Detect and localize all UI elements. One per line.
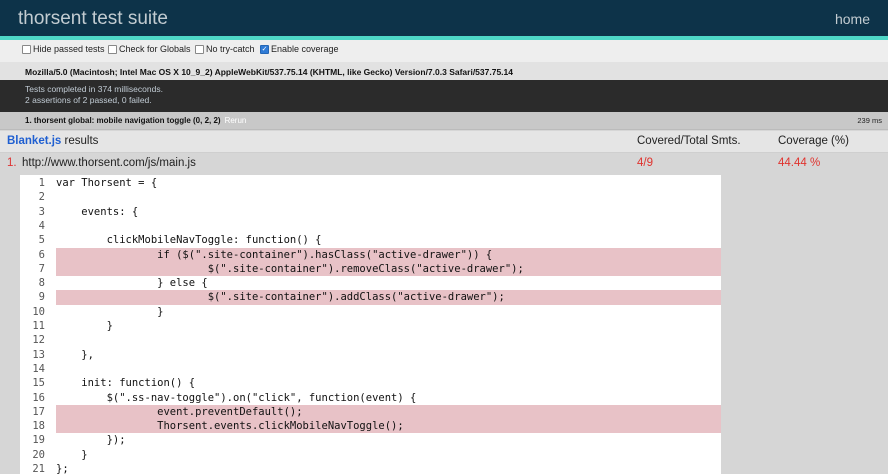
check-globals-checkbox[interactable] (108, 44, 117, 54)
test-result-summary: Tests completed in 374 milliseconds. 2 a… (0, 80, 888, 112)
line-number: 18 (20, 419, 54, 434)
app-header: thorsent test suite home (0, 0, 888, 36)
test-name: 1. thorsent global: mobile navigation to… (25, 116, 247, 125)
page-title: thorsent test suite (18, 8, 168, 29)
line-source (56, 219, 721, 233)
rerun-link[interactable]: Rerun (225, 116, 247, 125)
coverage-percent-header: Coverage (%) (778, 135, 849, 147)
no-try-catch-option[interactable]: No try-catch (195, 44, 255, 54)
code-line: 10 } (20, 304, 721, 319)
code-line: 4 (20, 218, 721, 234)
code-line: 16 $(".ss-nav-toggle").on("click", funct… (20, 390, 721, 405)
code-line: 15 init: function() { (20, 376, 721, 391)
line-source: }; (56, 463, 69, 474)
code-line: 19 }); (20, 433, 721, 448)
test-runtime: 239 ms (857, 116, 882, 125)
file-path[interactable]: http://www.thorsent.com/js/main.js (22, 157, 196, 169)
user-agent: Mozilla/5.0 (Macintosh; Intel Mac OS X 1… (0, 62, 888, 80)
line-number: 16 (20, 390, 54, 405)
file-index: 1. (7, 157, 17, 169)
line-number: 1 (20, 176, 54, 191)
line-number: 21 (20, 462, 54, 474)
line-number: 17 (20, 404, 54, 420)
toolbar: Hide passed tests Check for Globals No t… (0, 40, 888, 62)
code-line: 13 }, (20, 347, 721, 362)
line-source: $(".site-container").addClass("active-dr… (56, 290, 721, 305)
line-number: 11 (20, 319, 54, 334)
line-source: var Thorsent = { (56, 177, 158, 189)
code-line: 1 var Thorsent = { (20, 176, 721, 191)
coverage-file-row[interactable]: 1. http://www.thorsent.com/js/main.js 4/… (0, 154, 888, 174)
line-number: 9 (20, 290, 54, 305)
home-link[interactable]: home (835, 11, 870, 27)
uncovered-code-line: 9 $(".site-container").addClass("active-… (20, 290, 721, 305)
blanket-brand: Blanket.js (7, 135, 62, 147)
uncovered-code-line: 17 event.preventDefault(); (20, 404, 721, 420)
line-number: 4 (20, 218, 54, 234)
no-try-catch-checkbox[interactable] (195, 44, 204, 54)
line-source: Thorsent.events.clickMobileNavToggle(); (56, 419, 721, 434)
line-source: $(".ss-nav-toggle").on("click", function… (56, 391, 417, 404)
test-duration: Tests completed in 374 milliseconds. (25, 84, 163, 94)
uncovered-code-line: 18 Thorsent.events.clickMobileNavToggle(… (20, 419, 721, 434)
source-code-view: 1 var Thorsent = {2 3 events: {4 5 clickMob… (20, 175, 721, 474)
enable-coverage-checkbox[interactable]: ✓ (260, 44, 269, 54)
line-number: 6 (20, 247, 54, 262)
line-source: clickMobileNavToggle: function() { (56, 234, 322, 247)
line-source: }); (56, 434, 126, 447)
coverage-title: Blanket.js results (7, 135, 99, 147)
code-line: 20 } (20, 447, 721, 462)
code-line: 14 (20, 361, 721, 377)
test-item[interactable]: 1. thorsent global: mobile navigation to… (0, 112, 888, 130)
code-line: 3 events: { (20, 204, 721, 219)
line-source: }, (56, 348, 94, 361)
hide-passed-checkbox[interactable] (22, 44, 31, 54)
no-try-catch-label: No try-catch (206, 44, 255, 54)
code-line: 5 clickMobileNavToggle: function() { (20, 233, 721, 248)
line-number: 2 (20, 190, 54, 205)
line-number: 3 (20, 204, 54, 219)
file-statements: 4/9 (637, 157, 653, 169)
check-globals-option[interactable]: Check for Globals (108, 44, 191, 54)
line-source: event.preventDefault(); (56, 404, 721, 420)
line-number: 7 (20, 261, 54, 277)
file-coverage: 44.44 % (778, 157, 821, 169)
code-line: 8 } else { (20, 276, 721, 291)
enable-coverage-option[interactable]: ✓ Enable coverage (260, 44, 339, 54)
code-line: 11 } (20, 319, 721, 334)
line-number: 5 (20, 233, 54, 248)
hide-passed-option[interactable]: Hide passed tests (22, 44, 105, 54)
line-number: 12 (20, 333, 54, 348)
assertion-summary: 2 assertions of 2 passed, 0 failed. (25, 95, 152, 105)
line-number: 8 (20, 276, 54, 291)
line-source (56, 362, 721, 376)
line-number: 20 (20, 447, 54, 462)
covered-statements-header: Covered/Total Smts. (637, 135, 741, 147)
line-source: events: { (56, 205, 139, 218)
hide-passed-label: Hide passed tests (33, 44, 105, 54)
line-source: $(".site-container").removeClass("active… (56, 261, 721, 277)
code-line: 21}; (20, 462, 721, 474)
line-number: 19 (20, 433, 54, 448)
enable-coverage-label: Enable coverage (271, 44, 339, 54)
code-line: 2 (20, 190, 721, 205)
line-number: 13 (20, 347, 54, 362)
line-source: } (56, 320, 113, 332)
coverage-header: Blanket.js results Covered/Total Smts. C… (0, 131, 888, 153)
line-source: if ($(".site-container").hasClass("activ… (56, 247, 721, 262)
line-source: } (56, 448, 88, 461)
line-source: init: function() { (56, 377, 196, 390)
line-source: } (56, 305, 164, 318)
uncovered-code-line: 6 if ($(".site-container").hasClass("act… (20, 247, 721, 262)
line-number: 14 (20, 361, 54, 377)
check-globals-label: Check for Globals (119, 44, 191, 54)
line-source: } else { (56, 277, 208, 290)
uncovered-code-line: 7 $(".site-container").removeClass("acti… (20, 261, 721, 277)
line-source (56, 190, 721, 204)
line-source (56, 333, 721, 347)
code-line: 12 (20, 333, 721, 348)
line-number: 15 (20, 376, 54, 391)
line-number: 10 (20, 304, 54, 319)
